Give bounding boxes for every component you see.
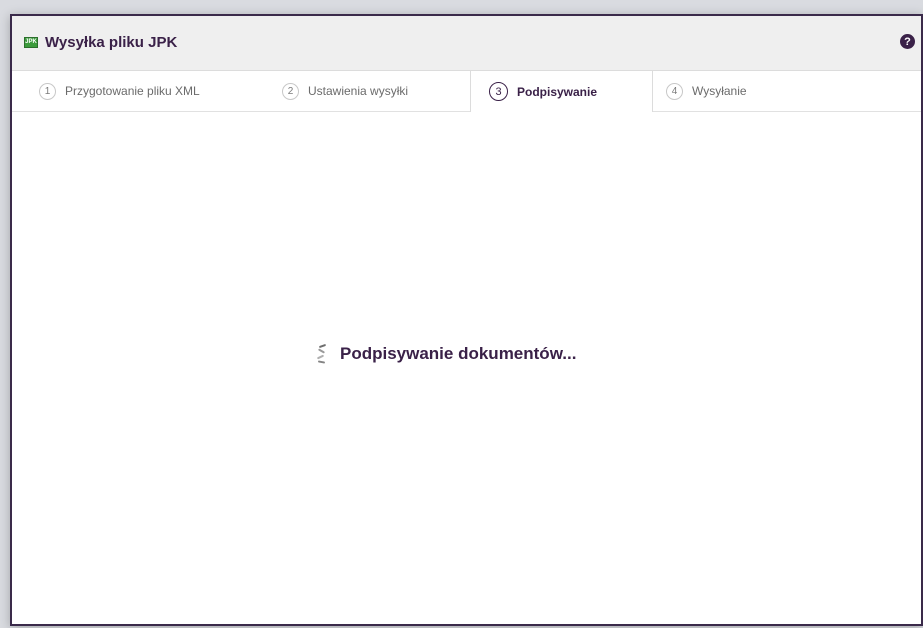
step-3-number: 3 [489, 82, 508, 101]
step-1-label: Przygotowanie pliku XML [65, 84, 200, 98]
status-message: Podpisywanie dokumentów... [315, 343, 577, 364]
step-4-number: 4 [666, 82, 683, 100]
step-1-number: 1 [39, 82, 56, 100]
dialog-title: Wysyłka pliku JPK [45, 33, 178, 51]
help-icon[interactable]: ? [900, 34, 915, 49]
step-4-label: Wysyłanie [692, 84, 747, 98]
status-text: Podpisywanie dokumentów... [340, 344, 577, 363]
step-3-label: Podpisywanie [517, 84, 598, 99]
jpk-file-icon-text: JPK [25, 39, 37, 45]
wizard-steps: 1 Przygotowanie pliku XML 2 Ustawienia w… [12, 71, 921, 112]
spinner-icon [315, 343, 329, 364]
jpk-file-icon: JPK [24, 36, 38, 48]
dialog-titlebar: JPK Wysyłka pliku JPK ? [12, 16, 921, 71]
jpk-send-dialog: JPK Wysyłka pliku JPK ? 1 Przygotowanie … [10, 14, 923, 626]
tab-step-4[interactable]: 4 Wysyłanie [666, 71, 747, 111]
tab-step-3[interactable]: 3 Podpisywanie [470, 71, 653, 112]
tab-step-2[interactable]: 2 Ustawienia wysyłki [282, 71, 408, 111]
dialog-content: Podpisywanie dokumentów... [12, 112, 921, 624]
step-2-number: 2 [282, 82, 299, 100]
tab-step-1[interactable]: 1 Przygotowanie pliku XML [39, 71, 200, 111]
step-2-label: Ustawienia wysyłki [308, 84, 409, 98]
